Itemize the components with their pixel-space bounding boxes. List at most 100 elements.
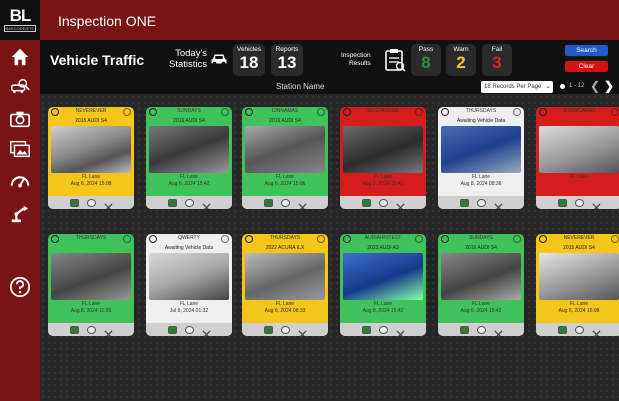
vehicle-card[interactable]: SUNDAYS 2016 AUDI S4 FL Lane Aug 6, 2024…	[146, 107, 232, 209]
vehicle-photo[interactable]	[51, 126, 131, 173]
inspection-date: Aug 6, 2024 15:06	[264, 181, 306, 187]
vehicle-photo[interactable]	[343, 126, 423, 173]
clear-button[interactable]: Clear	[565, 61, 608, 72]
vehicle-card[interactable]: THURSDAYS 2022 ACURA ILX FL Lane Aug 6, …	[242, 234, 328, 336]
vehicle-photo[interactable]	[343, 253, 423, 300]
report-icon[interactable]	[361, 325, 371, 334]
tools-icon[interactable]	[103, 326, 113, 336]
vehicle-card[interactable]: SHOWCARAS FL Lane	[536, 107, 619, 209]
fail-stat: Fail 3	[482, 44, 512, 76]
vehicle-card[interactable]: NEVEREVER 2015 AUDI S4 FL Lane Aug 6, 20…	[536, 234, 619, 336]
tools-icon[interactable]	[493, 199, 503, 209]
close-icon[interactable]	[123, 235, 131, 243]
camera-icon[interactable]	[86, 325, 96, 334]
vehicle-photo[interactable]	[245, 126, 325, 173]
report-icon[interactable]	[167, 325, 177, 334]
vehicle-card[interactable]: AUDIAIRSTEST 2023 AUDI A3 FL Lane Aug 8,…	[340, 234, 426, 336]
vehicle-card[interactable]: QWERTY Awaiting Vehicle Data FL Lane Jul…	[146, 234, 232, 336]
clipboard-icon	[384, 48, 406, 77]
camera-icon[interactable]	[476, 325, 486, 334]
camera-icon[interactable]	[280, 198, 290, 207]
close-icon[interactable]	[221, 108, 229, 116]
camera-icon[interactable]	[378, 325, 388, 334]
inspection-label-line1: Inspection	[341, 52, 371, 59]
report-icon[interactable]	[459, 325, 469, 334]
camera-icon[interactable]	[476, 198, 486, 207]
vehicle-photo[interactable]	[149, 253, 229, 300]
search-car-icon[interactable]	[9, 76, 31, 98]
vehicle-id: THURSDAYS	[75, 235, 107, 241]
vehicle-card[interactable]: CINNAMAS 2016 AUDI S4 FL Lane Aug 6, 202…	[242, 107, 328, 209]
vehicle-photo[interactable]	[441, 253, 521, 300]
close-icon[interactable]	[513, 108, 521, 116]
report-icon[interactable]	[361, 198, 371, 207]
vehicle-card[interactable]: SUNDAYS 2016 AUDI S4 FL Lane Aug 6, 2024…	[438, 234, 524, 336]
tools-icon[interactable]	[395, 199, 405, 209]
card-actions	[340, 196, 426, 209]
close-icon[interactable]	[611, 108, 619, 116]
vehicle-photo[interactable]	[539, 126, 619, 173]
pager-indicator-icon	[560, 84, 565, 89]
close-icon[interactable]	[317, 235, 325, 243]
close-icon[interactable]	[415, 235, 423, 243]
close-icon[interactable]	[221, 235, 229, 243]
search-button[interactable]: Search	[565, 45, 608, 56]
station-name-column[interactable]: Station Name	[276, 82, 324, 91]
report-icon[interactable]	[263, 198, 273, 207]
brand-logo[interactable]: BL BARCODE/ETC	[0, 0, 40, 40]
report-icon[interactable]	[69, 325, 79, 334]
camera-icon[interactable]	[86, 198, 96, 207]
camera-icon[interactable]	[574, 198, 584, 207]
help-icon[interactable]	[9, 276, 31, 298]
tools-icon[interactable]	[201, 199, 211, 209]
home-icon[interactable]	[9, 46, 31, 68]
gallery-icon[interactable]	[9, 138, 31, 160]
close-icon[interactable]	[317, 108, 325, 116]
report-icon[interactable]	[557, 198, 567, 207]
next-page-icon[interactable]: ❯	[604, 79, 614, 93]
vehicle-photo[interactable]	[539, 253, 619, 300]
vehicle-photo[interactable]	[441, 126, 521, 173]
close-icon[interactable]	[513, 235, 521, 243]
vehicle-card[interactable]: NEVEREVER 2015 AUDI S4 FL Lane Aug 6, 20…	[48, 107, 134, 209]
camera-icon[interactable]	[184, 198, 194, 207]
card-actions	[340, 323, 426, 336]
vehicle-photo[interactable]	[245, 253, 325, 300]
close-icon[interactable]	[611, 235, 619, 243]
vehicle-card[interactable]: MUSTANGAS FL Lane Aug 6, 2024 15:41	[340, 107, 426, 209]
lane-name: FL Lane	[81, 174, 101, 180]
report-icon[interactable]	[557, 325, 567, 334]
records-per-page-select[interactable]: 18 Records Per Page ⌄	[481, 81, 553, 93]
close-icon[interactable]	[415, 108, 423, 116]
tools-icon[interactable]	[297, 199, 307, 209]
card-header: THURSDAYS	[438, 107, 524, 117]
card-actions	[438, 196, 524, 209]
camera-icon[interactable]	[9, 108, 31, 130]
tools-icon[interactable]	[297, 326, 307, 336]
tools-icon[interactable]	[103, 199, 113, 209]
card-header: THURSDAYS	[242, 234, 328, 244]
camera-icon[interactable]	[378, 198, 388, 207]
report-icon[interactable]	[459, 198, 469, 207]
camera-icon[interactable]	[184, 325, 194, 334]
vehicle-photo[interactable]	[51, 253, 131, 300]
report-icon[interactable]	[69, 198, 79, 207]
robot-arm-icon[interactable]	[9, 203, 31, 225]
speedometer-icon[interactable]	[9, 170, 31, 192]
camera-icon[interactable]	[280, 325, 290, 334]
vehicle-card[interactable]: THURSDAYS Awaiting Vehicle Data FL Lane …	[438, 107, 524, 209]
tools-icon[interactable]	[201, 326, 211, 336]
tools-icon[interactable]	[493, 326, 503, 336]
tools-icon[interactable]	[591, 199, 601, 209]
vehicle-card[interactable]: THURSDAYS FL Lane Aug 8, 2024 11:05	[48, 234, 134, 336]
tools-icon[interactable]	[591, 326, 601, 336]
tools-icon[interactable]	[395, 326, 405, 336]
report-icon[interactable]	[263, 325, 273, 334]
card-actions	[146, 196, 232, 209]
camera-icon[interactable]	[574, 325, 584, 334]
vehicle-id: SHOWCARAS	[562, 108, 596, 114]
vehicle-photo[interactable]	[149, 126, 229, 173]
previous-page-icon[interactable]: ❮	[590, 79, 600, 93]
report-icon[interactable]	[167, 198, 177, 207]
close-icon[interactable]	[123, 108, 131, 116]
